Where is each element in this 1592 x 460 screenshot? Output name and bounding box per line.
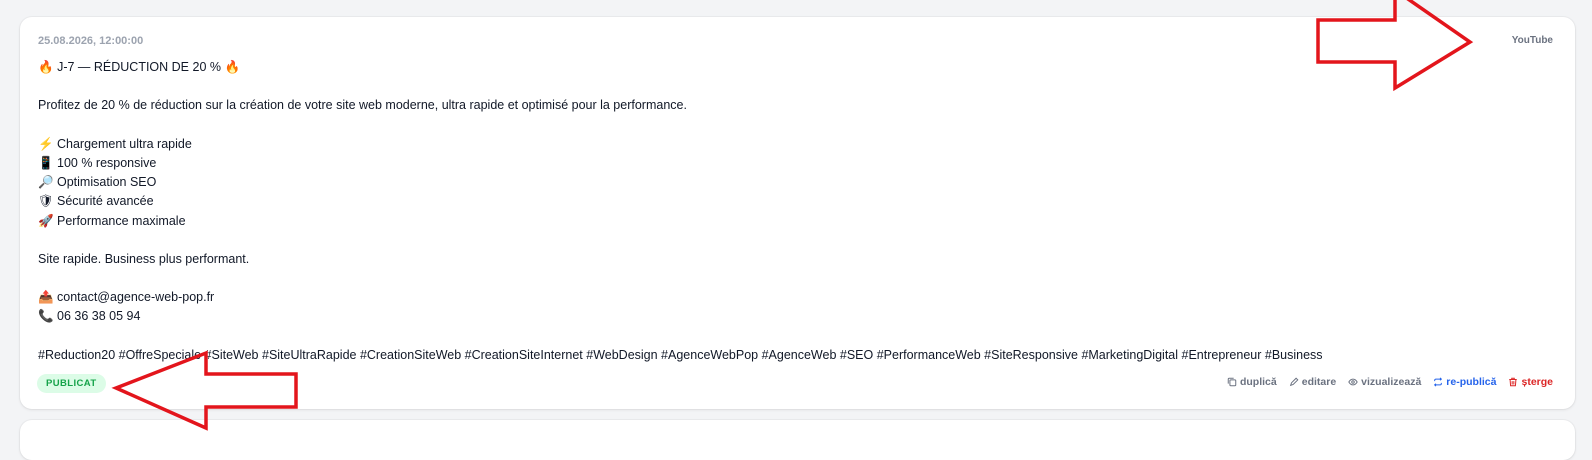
- duplicate-button[interactable]: duplică: [1227, 376, 1277, 388]
- post-date: 25.08.2026, 12:00:00: [38, 35, 144, 47]
- phone-text: 06 36 38 05 94: [57, 309, 141, 324]
- view-button[interactable]: vizualizează: [1348, 376, 1421, 388]
- platform-label: YouTube: [1511, 35, 1553, 46]
- post-actions: duplică editare vizualizează re-publică …: [1227, 376, 1553, 388]
- feature-item: 🚀 Performance maximale: [38, 212, 1538, 231]
- delete-label: șterge: [1521, 376, 1553, 388]
- feature-text: Chargement ultra rapide: [57, 136, 192, 151]
- feature-text: Sécurité avancée: [57, 194, 154, 209]
- duplicate-label: duplică: [1239, 376, 1277, 388]
- view-label: vizualizează: [1361, 376, 1422, 388]
- feature-text: Optimisation SEO: [57, 175, 157, 190]
- feature-item: 📱 100 % responsive: [38, 154, 1538, 173]
- post-tagline: Site rapide. Business plus performant.: [38, 251, 250, 266]
- feature-item: 🔎 Optimisation SEO: [38, 173, 1538, 192]
- trash-icon: [1509, 377, 1518, 387]
- post-content: 🔥 J-7 — RÉDUCTION DE 20 % 🔥 Profitez de …: [38, 58, 1538, 365]
- feature-item: 🛡 Sécurité avancée: [38, 192, 1538, 211]
- fire-icon: 🔥: [38, 60, 54, 74]
- pencil-icon: [1289, 377, 1299, 387]
- republish-button[interactable]: re-publică: [1433, 376, 1496, 388]
- shield-icon: 🛡: [38, 194, 54, 209]
- phone-icon: 📞: [38, 309, 54, 324]
- contact-phone: 📞 06 36 38 05 94: [38, 307, 1538, 326]
- magnifier-icon: 🔎: [38, 175, 54, 190]
- contact-email: 📤 contact@agence-web-pop.fr: [38, 288, 1538, 307]
- lightning-icon: ⚡: [38, 136, 54, 151]
- post-intro: Profitez de 20 % de réduction sur la cré…: [38, 98, 687, 113]
- post-hashtags: #Reduction20 #OffreSpeciale #SiteWeb #Si…: [38, 347, 1323, 362]
- feature-item: ⚡ Chargement ultra rapide: [38, 135, 1538, 154]
- feature-text: Performance maximale: [57, 213, 186, 228]
- republish-label: re-publică: [1446, 376, 1497, 388]
- delete-button[interactable]: șterge: [1508, 376, 1553, 388]
- mobile-phone-icon: 📱: [38, 155, 54, 170]
- rocket-icon: 🚀: [38, 213, 54, 228]
- eye-icon: [1348, 378, 1358, 386]
- feature-text: 100 % responsive: [57, 155, 157, 170]
- post-title: 🔥 J-7 — RÉDUCTION DE 20 % 🔥: [38, 58, 1538, 77]
- edit-label: editare: [1301, 376, 1337, 388]
- outbox-icon: 📤: [38, 290, 54, 305]
- email-text: contact@agence-web-pop.fr: [57, 290, 215, 305]
- fire-icon: 🔥: [224, 60, 241, 74]
- copy-icon: [1227, 377, 1237, 387]
- post-card: 25.08.2026, 12:00:00 YouTube 🔥 J-7 — RÉD…: [20, 17, 1575, 409]
- edit-button[interactable]: editare: [1289, 376, 1336, 388]
- next-post-card: [20, 420, 1575, 460]
- post-title-text: J-7 — RÉDUCTION DE 20 %: [57, 60, 221, 74]
- repeat-icon: [1434, 377, 1443, 387]
- status-badge: PUBLICAT: [37, 374, 106, 393]
